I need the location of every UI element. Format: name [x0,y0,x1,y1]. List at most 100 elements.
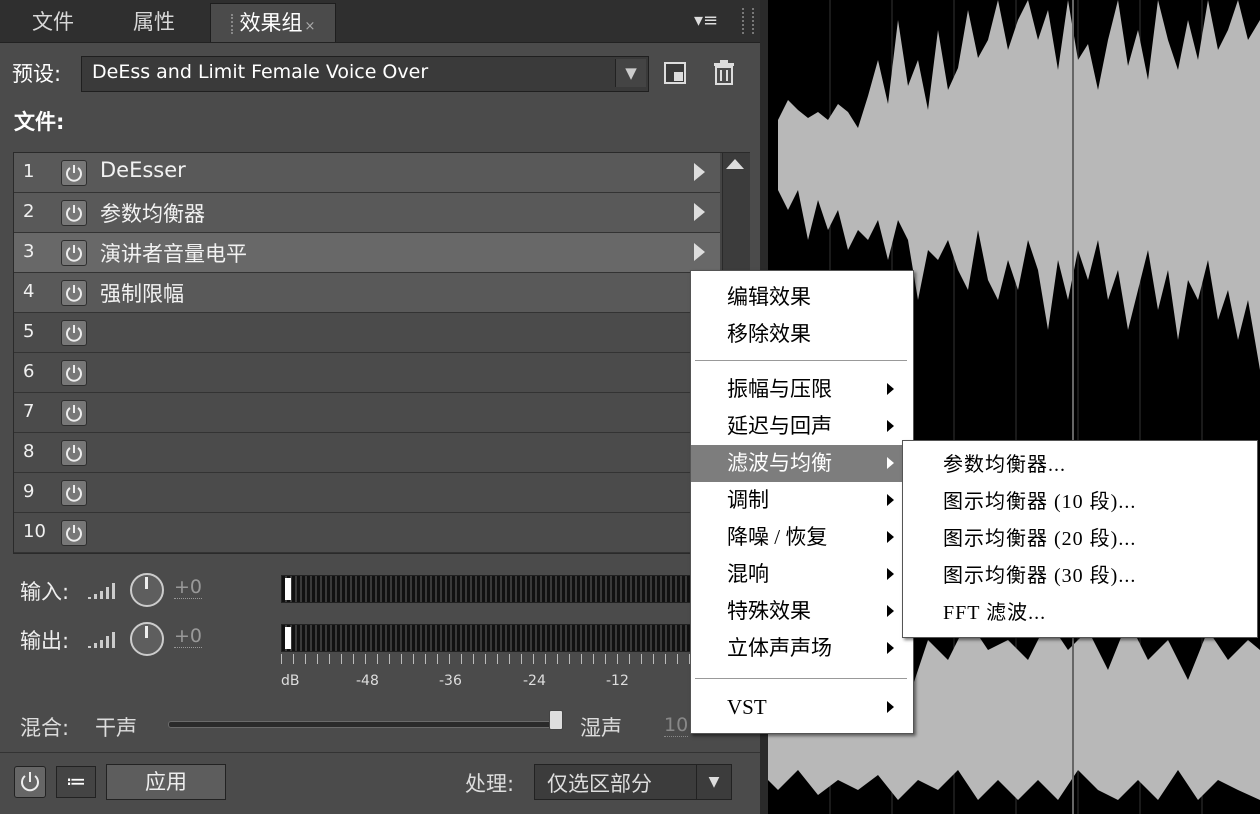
power-icon[interactable] [61,320,87,346]
submenu-item-fft-filter[interactable]: FFT 滤波... [903,595,1257,632]
menu-item-label: 降噪 / 恢复 [727,525,828,549]
slot-effect-name: 强制限幅 [100,282,184,306]
slot-menu-arrow-icon[interactable] [694,243,705,261]
menu-item-reverb[interactable]: 混响 [691,556,913,593]
input-label: 输入: [20,580,70,604]
slot-effect-name: DeEsser [100,158,186,182]
effect-slot[interactable]: 8 [14,433,720,473]
input-gain-knob[interactable] [130,573,164,607]
slot-number: 7 [23,401,35,422]
meter-scale-label: -12 [606,673,629,689]
meter-peak [285,627,291,649]
submenu-item-label: 参数均衡器... [943,454,1066,476]
submenu-arrow-icon [887,701,894,713]
effects-rack-panel: 文件 属性 效果组 × ▾≡ 预设: DeEss and Limit Female… [0,0,768,814]
tab-properties[interactable]: 属性 [108,3,200,41]
menu-item-label: 滤波与均衡 [727,451,832,475]
power-icon[interactable] [61,440,87,466]
master-power-icon[interactable] [14,766,46,798]
power-icon[interactable] [61,400,87,426]
effect-slot[interactable]: 9 [14,473,720,513]
submenu-arrow-icon [887,642,894,654]
submenu-item-graphic-eq-20[interactable]: 图示均衡器 (20 段)... [903,521,1257,558]
output-level-meter [281,624,693,652]
effect-slot[interactable]: 5 [14,313,720,353]
output-gain-value[interactable]: +0 [174,625,203,648]
submenu-arrow-icon [887,420,894,432]
divider [0,752,768,753]
tab-effects-rack[interactable]: 效果组 × [210,3,336,42]
tab-grip-icon [230,14,236,34]
power-icon[interactable] [61,280,87,306]
level-bars-icon [88,632,115,648]
submenu-item-graphic-eq-30[interactable]: 图示均衡器 (30 段)... [903,558,1257,595]
slot-effect-name: 参数均衡器 [100,202,205,226]
meter-scale-label: -48 [356,673,379,689]
menu-item-label: 混响 [727,562,769,586]
output-gain-knob[interactable] [130,622,164,656]
mix-label: 混合: [20,716,70,740]
submenu-item-label: 图示均衡器 (20 段)... [943,528,1137,550]
power-icon[interactable] [61,520,87,546]
mix-value[interactable]: 10 [664,714,689,737]
submenu-item-parametric-eq[interactable]: 参数均衡器... [903,447,1257,484]
save-preset-icon[interactable] [664,62,686,84]
menu-item-special[interactable]: 特殊效果 [691,593,913,630]
menu-item-stereo[interactable]: 立体声声场 [691,630,913,667]
panel-menu-icon[interactable]: ▾≡ [686,6,726,36]
menu-item-filter-eq[interactable]: 滤波与均衡 [691,445,913,482]
scroll-up-icon[interactable] [726,159,744,169]
menu-item-delay[interactable]: 延迟与回声 [691,408,913,445]
slot-menu-arrow-icon[interactable] [694,203,705,221]
power-icon[interactable] [61,200,87,226]
power-icon[interactable] [61,480,87,506]
effect-slot[interactable]: 10 [14,513,720,553]
chevron-down-icon[interactable]: ▼ [696,765,731,799]
slot-number: 2 [23,201,35,222]
submenu-item-label: FFT 滤波... [943,602,1047,624]
effect-slot[interactable]: 6 [14,353,720,393]
chevron-down-icon[interactable]: ▼ [615,59,646,87]
input-level-meter [281,575,693,603]
menu-item-edit-effect[interactable]: 编辑效果 [691,279,913,316]
power-icon[interactable] [61,360,87,386]
effect-slot[interactable]: 2 参数均衡器 [14,193,720,233]
process-value: 仅选区部分 [547,772,652,796]
slot-number: 4 [23,281,35,302]
effect-slot[interactable]: 3 演讲者音量电平 [14,233,720,273]
trash-icon[interactable] [712,59,736,85]
tab-close-icon[interactable]: × [305,19,316,34]
mix-slider-thumb[interactable] [549,710,564,730]
power-icon[interactable] [61,240,87,266]
process-dropdown[interactable]: 仅选区部分 ▼ [534,764,732,800]
apply-button[interactable]: 应用 [106,764,226,800]
meter-scale-label: dB [281,673,300,689]
panel-grip-icon[interactable] [742,8,754,34]
menu-item-label: 振幅与压限 [727,377,832,401]
effect-slot[interactable]: 4 强制限幅 [14,273,720,313]
slot-number: 3 [23,241,35,262]
effect-slot[interactable]: 7 [14,393,720,433]
slot-number: 8 [23,441,35,462]
mix-slider-track[interactable] [168,721,560,728]
slot-menu-arrow-icon[interactable] [694,163,705,181]
menu-item-remove-effect[interactable]: 移除效果 [691,316,913,353]
submenu-item-label: 图示均衡器 (30 段)... [943,565,1137,587]
slot-number: 9 [23,481,35,502]
preset-dropdown[interactable]: DeEss and Limit Female Voice Over ▼ [81,56,649,92]
submenu-item-graphic-eq-10[interactable]: 图示均衡器 (10 段)... [903,484,1257,521]
input-gain-value[interactable]: +0 [174,576,203,599]
menu-item-vst[interactable]: VST [691,689,913,726]
tab-files[interactable]: 文件 [8,3,98,41]
slot-number: 5 [23,321,35,342]
menu-item-modulation[interactable]: 调制 [691,482,913,519]
meter-scale-label: -24 [523,673,546,689]
menu-item-label: 调制 [727,488,769,512]
menu-item-amplitude[interactable]: 振幅与压限 [691,371,913,408]
menu-divider [695,678,907,679]
effect-slot[interactable]: 1 DeEsser [14,153,720,193]
list-icon[interactable]: ≔ [56,766,96,798]
power-icon[interactable] [61,160,87,186]
menu-item-noise-reduction[interactable]: 降噪 / 恢复 [691,519,913,556]
submenu-item-label: 图示均衡器 (10 段)... [943,491,1137,513]
